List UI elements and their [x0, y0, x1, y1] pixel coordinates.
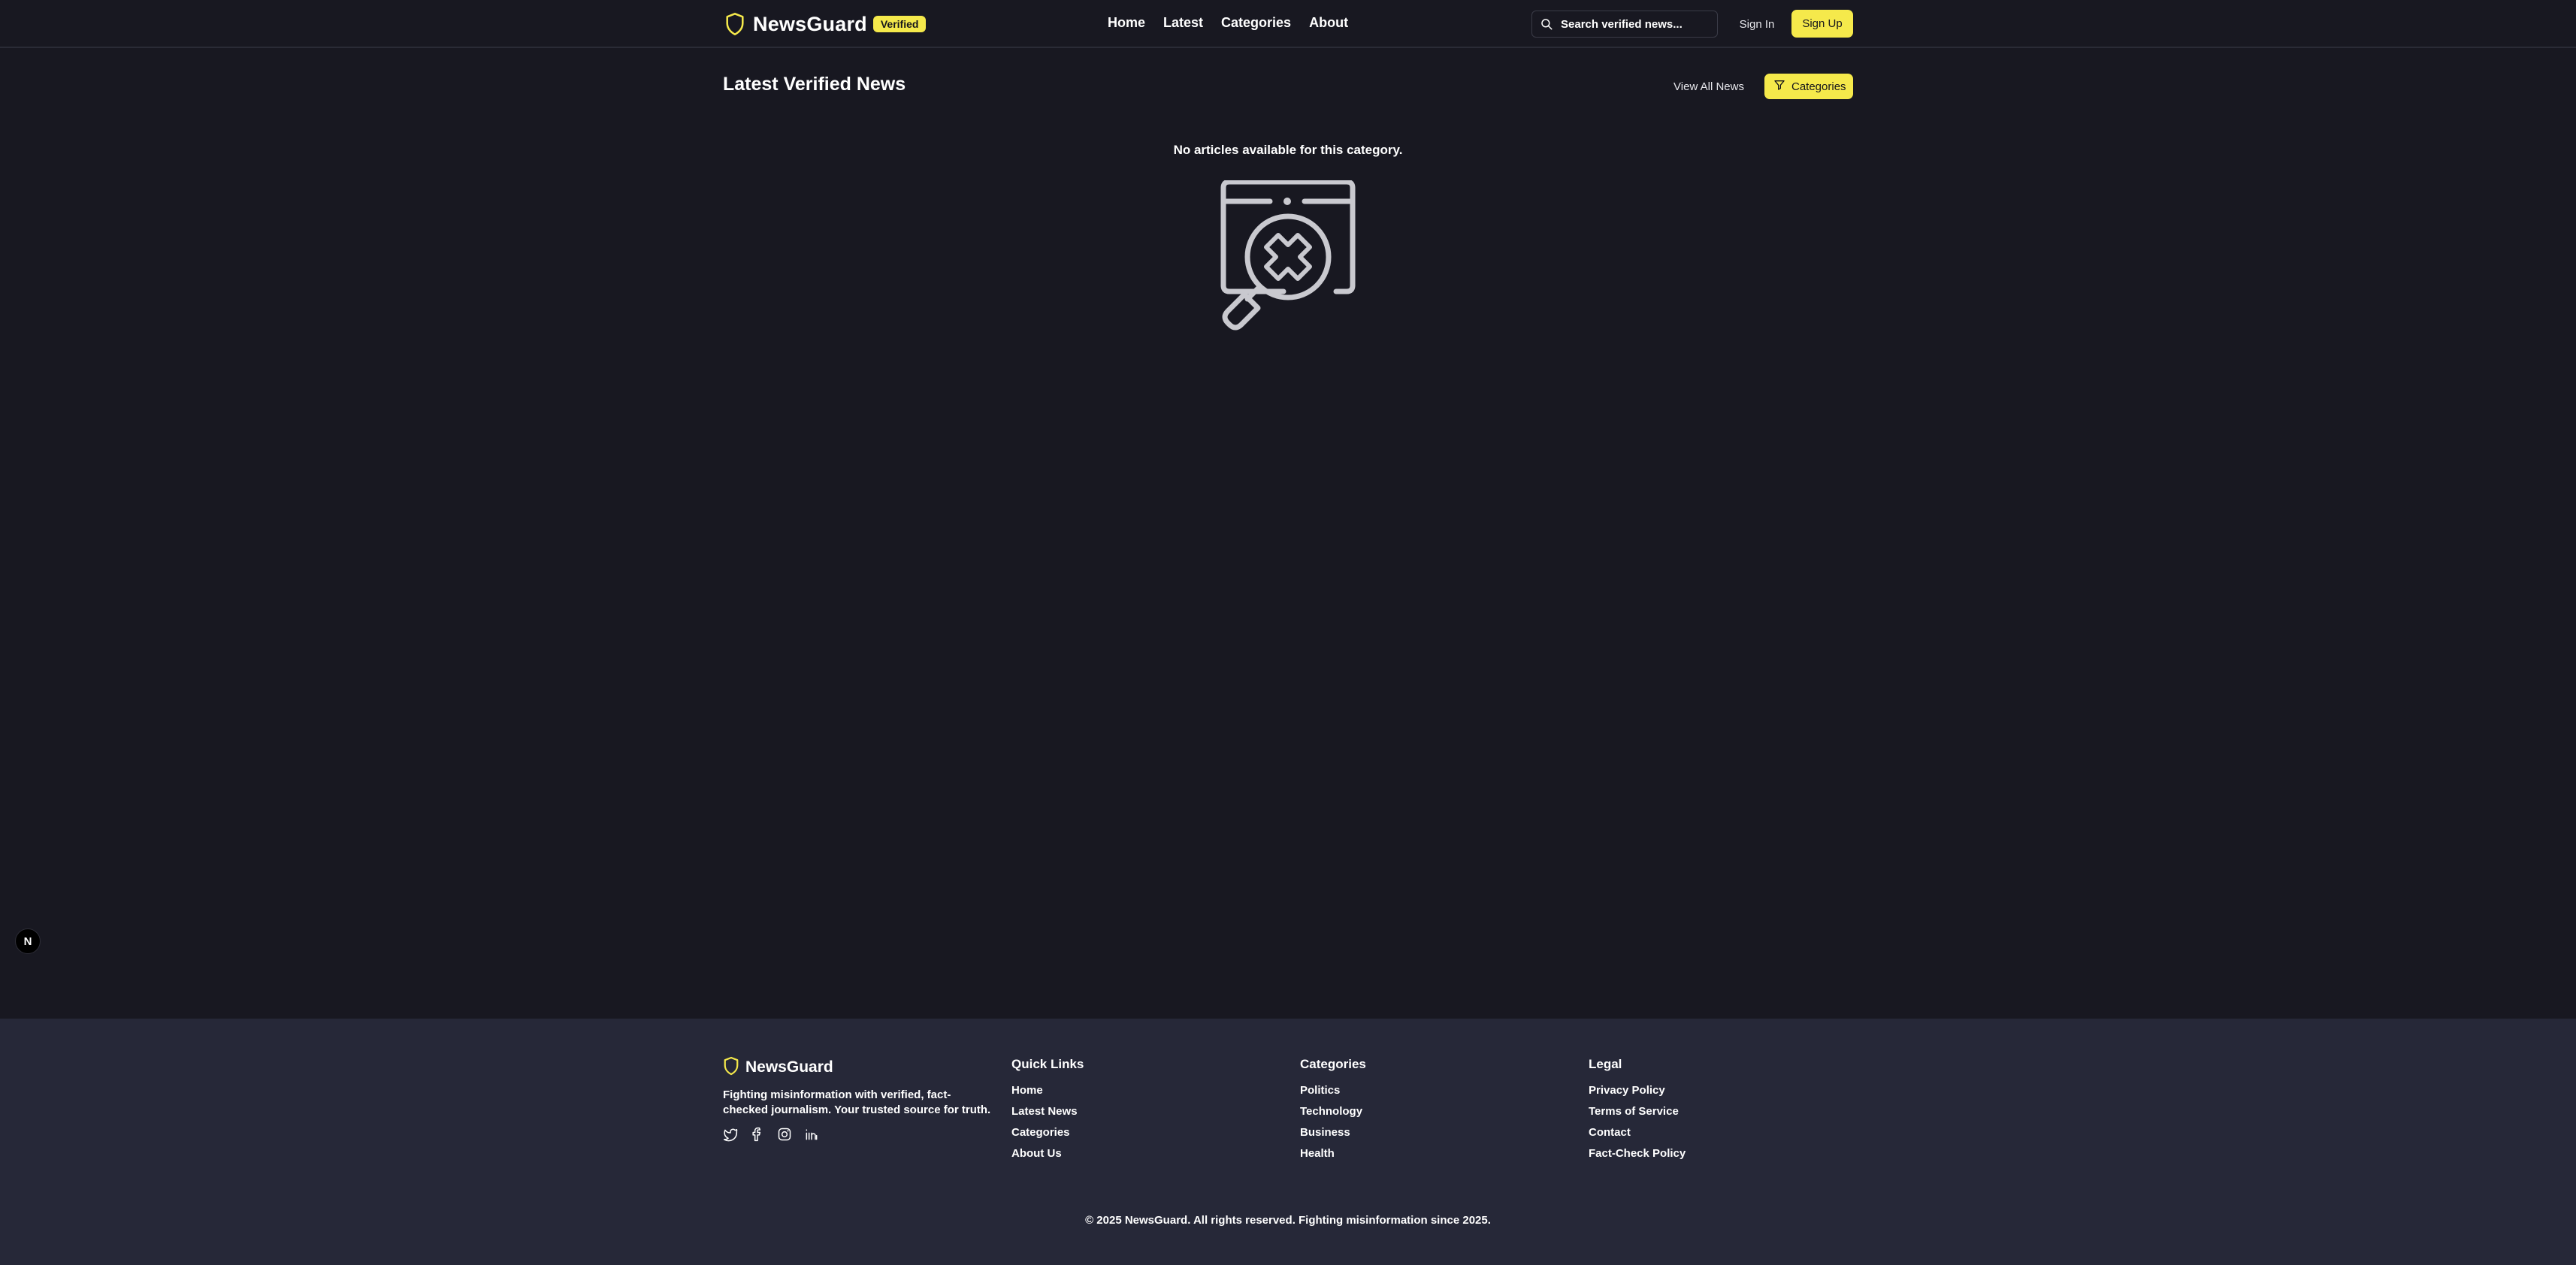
footer-link-politics[interactable]: Politics: [1300, 1083, 1366, 1104]
nav-home[interactable]: Home: [1108, 15, 1145, 31]
page-title: Latest Verified News: [723, 74, 906, 95]
footer-link-home[interactable]: Home: [1011, 1083, 1084, 1104]
footer-link-categories[interactable]: Categories: [1011, 1125, 1084, 1146]
site-footer: NewsGuard Fighting misinformation with v…: [0, 1019, 2576, 1265]
nav-latest[interactable]: Latest: [1163, 15, 1203, 31]
twitter-icon[interactable]: [723, 1127, 738, 1142]
footer-link-list: Home Latest News Categories About Us: [1011, 1083, 1084, 1167]
footer-link-fact-check-policy[interactable]: Fact-Check Policy: [1589, 1146, 1686, 1167]
search-not-found-icon: [1213, 179, 1363, 338]
linkedin-icon[interactable]: [804, 1127, 819, 1142]
search-icon: [1540, 17, 1553, 31]
brand-logo[interactable]: NewsGuard Verified: [724, 11, 927, 38]
footer-quick-links-column: Quick Links Home Latest News Categories …: [1011, 1056, 1084, 1167]
footer-description: Fighting misinformation with verified, f…: [723, 1088, 991, 1116]
sign-up-button[interactable]: Sign Up: [1791, 10, 1853, 38]
footer-categories-column: Categories Politics Technology Business …: [1300, 1056, 1366, 1167]
footer-link-health[interactable]: Health: [1300, 1146, 1366, 1167]
footer-brand-column: NewsGuard Fighting misinformation with v…: [723, 1056, 993, 1142]
facebook-icon[interactable]: [750, 1127, 765, 1142]
footer-link-list: Politics Technology Business Health: [1300, 1083, 1366, 1167]
empty-state-message: No articles available for this category.: [1173, 143, 1403, 157]
shield-icon: [724, 12, 745, 36]
footer-legal-column: Legal Privacy Policy Terms of Service Co…: [1589, 1056, 1686, 1167]
page: NewsGuard Verified Home Latest Categorie…: [0, 0, 2576, 1265]
categories-filter-label: Categories: [1791, 80, 1846, 93]
footer-link-privacy-policy[interactable]: Privacy Policy: [1589, 1083, 1686, 1104]
verified-badge: Verified: [872, 16, 927, 32]
view-all-news-button[interactable]: View All News: [1670, 74, 1748, 99]
footer-link-technology[interactable]: Technology: [1300, 1104, 1366, 1125]
social-links: [723, 1127, 993, 1142]
categories-filter-button[interactable]: Categories: [1764, 74, 1853, 99]
footer-brand-name: NewsGuard: [745, 1058, 833, 1076]
footer-link-list: Privacy Policy Terms of Service Contact …: [1589, 1083, 1686, 1167]
dev-tools-badge[interactable]: N: [15, 928, 41, 954]
sign-in-button[interactable]: Sign In: [1731, 11, 1782, 38]
shield-icon: [723, 1056, 739, 1079]
filter-icon: [1773, 79, 1785, 94]
nav-categories[interactable]: Categories: [1221, 15, 1291, 31]
nav-about[interactable]: About: [1309, 15, 1348, 31]
copyright-text: © 2025 NewsGuard. All rights reserved. F…: [1085, 1214, 1491, 1227]
footer-heading: Categories: [1300, 1057, 1366, 1071]
brand-name: NewsGuard: [753, 12, 867, 35]
footer-link-latest-news[interactable]: Latest News: [1011, 1104, 1084, 1125]
footer-link-business[interactable]: Business: [1300, 1125, 1366, 1146]
footer-heading: Legal: [1589, 1057, 1622, 1071]
footer-brand[interactable]: NewsGuard: [723, 1056, 993, 1079]
instagram-icon[interactable]: [777, 1127, 792, 1142]
footer-link-terms-of-service[interactable]: Terms of Service: [1589, 1104, 1686, 1125]
footer-link-contact[interactable]: Contact: [1589, 1125, 1686, 1146]
footer-link-about-us[interactable]: About Us: [1011, 1146, 1084, 1167]
search-input[interactable]: [1553, 11, 1717, 37]
search-box[interactable]: [1531, 11, 1718, 38]
main-nav: Home Latest Categories About: [1108, 15, 1348, 31]
footer-heading: Quick Links: [1011, 1057, 1084, 1071]
top-navbar: NewsGuard Verified Home Latest Categorie…: [0, 0, 2576, 48]
